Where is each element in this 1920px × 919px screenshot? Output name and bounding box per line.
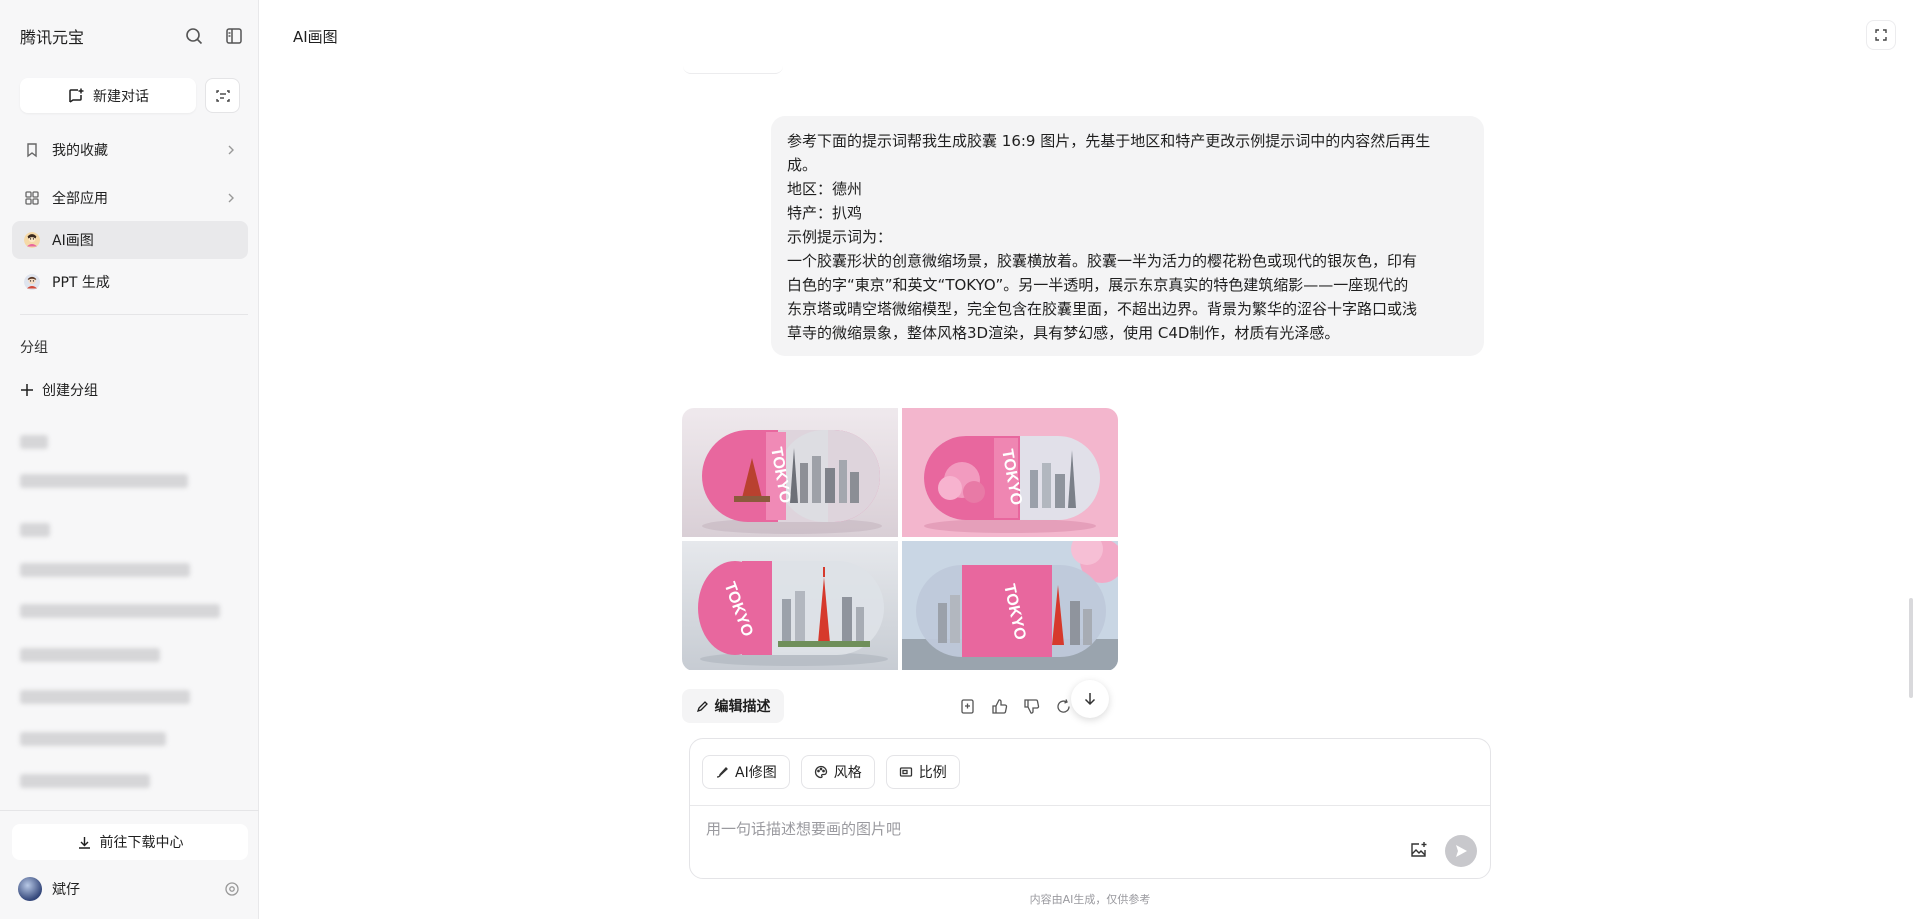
arrow-down-icon	[1084, 693, 1096, 706]
history-item-blurred[interactable]	[20, 648, 160, 662]
history-group-label-blurred	[20, 523, 50, 537]
generated-image-4[interactable]: TOKYO	[902, 541, 1118, 670]
generated-image-grid: TOKYO TOKYO TOKYO TOKYO	[682, 408, 1118, 671]
history-item-blurred[interactable]	[20, 732, 166, 746]
scroll-to-bottom-button[interactable]	[1071, 680, 1109, 718]
regenerate-icon[interactable]	[1053, 696, 1073, 716]
style-button[interactable]: 风格	[800, 755, 875, 789]
ai-retouch-button[interactable]: AI修图	[702, 755, 790, 789]
group-section-title: 分组	[20, 340, 48, 356]
bookmark-add-icon[interactable]	[957, 696, 977, 716]
sidebar-item-all-apps[interactable]: 全部应用	[12, 179, 248, 217]
plus-icon	[21, 384, 33, 396]
search-icon[interactable]	[180, 22, 208, 50]
tool-label: 风格	[833, 765, 862, 781]
create-group-label: 创建分组	[42, 383, 98, 399]
aspect-ratio-icon	[899, 767, 912, 777]
generated-image-3[interactable]: TOKYO	[682, 541, 898, 670]
sidebar-item-label: 全部应用	[52, 191, 108, 207]
user-profile[interactable]: 斌仔	[18, 876, 240, 902]
edit-description-label: 编辑描述	[714, 699, 771, 715]
chevron-right-icon	[228, 193, 234, 203]
create-group-button[interactable]: 创建分组	[20, 380, 98, 400]
new-chat-icon	[69, 88, 84, 103]
sidebar-bottom-divider	[0, 810, 259, 811]
ai-disclaimer: 内容由AI生成，仅供参考	[1029, 893, 1151, 906]
history-group-label-blurred	[20, 435, 48, 449]
message-line: 白色的字“東京”和英文“TOKYO”。另一半透明，展示东京真实的特色建筑缩影——…	[787, 276, 1409, 294]
app-title: 腾讯元宝	[20, 28, 85, 47]
message-line: 参考下面的提示词帮我生成胶囊 16:9 图片，先基于地区和特产更改示例提示词中的…	[787, 132, 1431, 150]
expand-icon	[1875, 29, 1887, 41]
chevron-right-icon	[228, 145, 234, 155]
send-button[interactable]	[1445, 835, 1477, 867]
sidebar-item-favorites[interactable]: 我的收藏	[12, 131, 248, 169]
history-item-blurred[interactable]	[20, 604, 220, 618]
thumbs-down-icon[interactable]	[1021, 696, 1041, 716]
image-upload-icon[interactable]	[1407, 838, 1431, 862]
send-icon	[1456, 845, 1467, 857]
fullscreen-button[interactable]	[1866, 20, 1896, 50]
palette-icon	[814, 765, 827, 779]
sidebar-toggle-icon[interactable]	[220, 22, 248, 50]
app-root: 腾讯元宝 新建对话 我的收藏 全部应用 AI画图 PPT 生成 分组 创建分组 …	[0, 0, 1920, 919]
sidebar-item-label: PPT 生成	[52, 275, 110, 291]
user-message-bubble: 参考下面的提示词帮我生成胶囊 16:9 图片，先基于地区和特产更改示例提示词中的…	[771, 116, 1484, 356]
apps-icon	[22, 188, 42, 208]
sidebar-item-label: AI画图	[52, 233, 94, 249]
settings-icon[interactable]	[224, 881, 240, 897]
composer-tools: AI修图 风格 比例	[702, 755, 960, 789]
tool-label: AI修图	[735, 765, 777, 781]
bookmark-icon	[22, 140, 42, 160]
prompt-input[interactable]	[706, 817, 1386, 841]
download-center-button[interactable]: 前往下载中心	[12, 824, 248, 860]
sidebar-item-label: 我的收藏	[52, 143, 108, 159]
message-line: 成。	[787, 156, 818, 174]
dashed-frame-icon	[215, 89, 230, 102]
generated-image-1[interactable]: TOKYO	[682, 408, 898, 537]
new-chat-label: 新建对话	[93, 88, 149, 105]
new-chat-side-button[interactable]	[205, 78, 240, 113]
history-item-blurred[interactable]	[20, 690, 190, 704]
brush-icon	[716, 767, 728, 778]
sidebar-divider	[20, 314, 248, 315]
history-item-blurred[interactable]	[20, 474, 188, 488]
ratio-button[interactable]: 比例	[885, 755, 960, 789]
message-line: 草寺的微缩景象，整体风格3D渲染，具有梦幻感，使用 C4D制作，材质有光泽感。	[787, 324, 1340, 342]
pencil-icon	[696, 700, 708, 712]
sidebar-header: 腾讯元宝	[20, 22, 248, 50]
message-line: 特产：扒鸡	[787, 204, 863, 222]
ppt-avatar	[22, 272, 42, 292]
download-icon	[78, 836, 90, 849]
message-line: 地区：德州	[787, 180, 863, 198]
history-item-blurred[interactable]	[20, 774, 150, 788]
composer: AI修图 风格 比例	[689, 738, 1491, 879]
history-item-blurred[interactable]	[20, 563, 190, 577]
sidebar: 腾讯元宝 新建对话 我的收藏 全部应用 AI画图 PPT 生成 分组 创建分组 …	[0, 0, 259, 919]
message-line: 一个胶囊形状的创意微缩场景，胶囊横放着。胶囊一半为活力的樱花粉色或现代的银灰色，…	[787, 252, 1418, 270]
edit-description-button[interactable]: 编辑描述	[682, 689, 784, 723]
sidebar-item-ai-draw[interactable]: AI画图	[12, 221, 248, 259]
ai-draw-avatar	[22, 230, 42, 250]
generated-image-2[interactable]: TOKYO	[902, 408, 1118, 537]
scrollbar[interactable]	[1909, 598, 1913, 698]
new-chat-button[interactable]: 新建对话	[20, 78, 196, 113]
avatar[interactable]	[18, 877, 42, 901]
tool-label: 比例	[918, 765, 947, 781]
sidebar-item-ppt[interactable]: PPT 生成	[12, 263, 248, 301]
thumbs-up-icon[interactable]	[989, 696, 1009, 716]
message-line: 示例提示词为：	[787, 228, 893, 246]
previous-message-stub	[683, 66, 783, 74]
user-name: 斌仔	[52, 882, 80, 898]
message-line: 东京塔或晴空塔微缩模型，完全包含在胶囊里面，不超出边界。背景为繁华的涩谷十字路口…	[787, 300, 1418, 318]
page-title: AI画图	[293, 28, 338, 46]
download-center-label: 前往下载中心	[99, 835, 184, 851]
composer-divider	[690, 805, 1490, 806]
